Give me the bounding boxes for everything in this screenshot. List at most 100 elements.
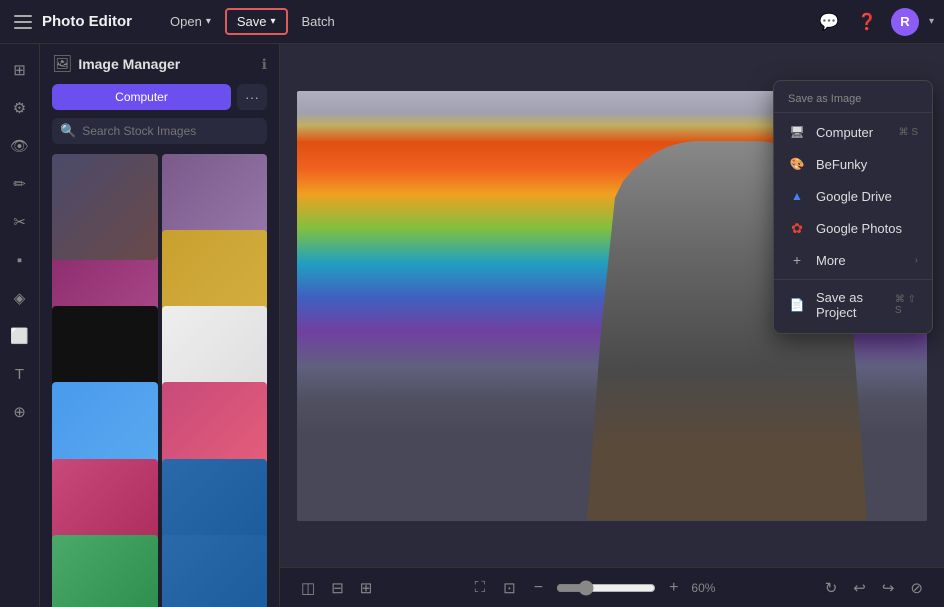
- help-icon-button[interactable]: ❓: [853, 8, 881, 36]
- befunky-item-label: BeFunky: [816, 157, 867, 172]
- dropdown-item-save-project[interactable]: Save as Project ⌘ ⇧ S: [774, 283, 932, 327]
- search-input[interactable]: [82, 124, 259, 138]
- rotate-cw-button[interactable]: ↻: [820, 576, 843, 600]
- image-manager-panel: 🖼 Image Manager ℹ Computer ··· 🔍: [40, 44, 280, 607]
- bottom-right-tools: ↻ ↩ ↪ ⊘: [820, 576, 928, 600]
- project-icon: [788, 296, 806, 314]
- dropdown-item-computer[interactable]: Computer ⌘ S: [774, 116, 932, 148]
- undo-icon: ↩: [853, 580, 866, 597]
- open-label: Open: [170, 14, 202, 29]
- dropdown-divider-bottom: [774, 279, 932, 280]
- open-chevron-icon: ▾: [206, 16, 211, 27]
- gdrive-item-label: Google Drive: [816, 189, 892, 204]
- undo-button[interactable]: ↩: [848, 576, 871, 600]
- grid-view-button[interactable]: ⊞: [355, 576, 378, 600]
- open-button[interactable]: Open ▾: [160, 10, 221, 33]
- zoom-slider[interactable]: [556, 580, 656, 596]
- topbar-left: Photo Editor: [10, 11, 132, 33]
- tool-crop-button[interactable]: ✂: [4, 206, 36, 238]
- topbar-center: Open ▾ Save ▾ Batch: [160, 8, 345, 35]
- search-icon: 🔍: [60, 123, 76, 139]
- brush-icon: ✏: [13, 175, 26, 193]
- zoom-out-button[interactable]: −: [529, 577, 548, 599]
- more-icon: [788, 251, 806, 269]
- computer-item-label: Computer: [816, 125, 873, 140]
- list-item[interactable]: [52, 535, 158, 607]
- tool-grid-button[interactable]: ⊞: [4, 54, 36, 86]
- tool-eye-button[interactable]: 👁: [4, 130, 36, 162]
- redo-button[interactable]: ↪: [877, 576, 900, 600]
- save-chevron-icon: ▾: [270, 16, 275, 27]
- history-icon: ⊟: [331, 580, 344, 597]
- panel-title: Image Manager: [78, 56, 255, 72]
- befunky-icon: [788, 155, 806, 173]
- avatar[interactable]: R: [891, 8, 919, 36]
- topbar-right: 💬 ❓ R ▾: [815, 8, 934, 36]
- dropdown-item-gdrive[interactable]: Google Drive: [774, 180, 932, 212]
- layers-icon: ▪: [17, 252, 22, 269]
- sliders-icon: ⚙: [13, 99, 26, 117]
- computer-icon: [788, 123, 806, 141]
- list-item[interactable]: [52, 154, 158, 260]
- panel-icon: 🖼: [52, 54, 72, 74]
- tool-frame-button[interactable]: ⬜: [4, 320, 36, 352]
- rotate-cw-icon: ↻: [825, 580, 838, 597]
- redo-icon: ↪: [882, 580, 895, 597]
- main-layout: ⊞ ⚙ 👁 ✏ ✂ ▪ ◈ ⬜ T ⊕ 🖼: [0, 44, 944, 607]
- menu-button[interactable]: [10, 11, 36, 33]
- gphotos-icon: [788, 219, 806, 237]
- topbar: Photo Editor Open ▾ Save ▾ Batch 💬 ❓ R ▾: [0, 0, 944, 44]
- panel-info-icon[interactable]: ℹ: [262, 56, 267, 73]
- left-toolbar: ⊞ ⚙ 👁 ✏ ✂ ▪ ◈ ⬜ T ⊕: [0, 44, 40, 607]
- save-project-label: Save as Project: [816, 290, 885, 320]
- tool-stamp-button[interactable]: ⊕: [4, 396, 36, 428]
- more-arrow-icon: ›: [915, 255, 918, 266]
- tool-brush-button[interactable]: ✏: [4, 168, 36, 200]
- save-label: Save: [237, 14, 267, 29]
- computer-shortcut: ⌘ S: [899, 127, 918, 138]
- gdrive-icon: [788, 187, 806, 205]
- actual-size-button[interactable]: ⊡: [498, 576, 521, 600]
- hamburger-icon: [14, 15, 32, 29]
- dropdown-item-more[interactable]: More ›: [774, 244, 932, 276]
- stamp-icon: ⊕: [13, 403, 26, 421]
- save-button[interactable]: Save ▾: [225, 8, 288, 35]
- computer-button[interactable]: Computer: [52, 84, 231, 110]
- batch-button[interactable]: Batch: [292, 10, 345, 33]
- bottom-left-tools: ◫ ⊟ ⊞: [296, 576, 377, 600]
- more-item-label: More: [816, 253, 846, 268]
- chat-icon: 💬: [819, 12, 839, 32]
- layers-panel-button[interactable]: ◫: [296, 576, 320, 600]
- fit-screen-button[interactable]: ⛶: [470, 576, 491, 599]
- tool-text-button[interactable]: T: [4, 358, 36, 390]
- list-item[interactable]: [162, 535, 268, 607]
- canvas-area: ◫ ⊟ ⊞ ⛶ ⊡ −: [280, 44, 944, 607]
- history2-button[interactable]: ⊘: [905, 576, 928, 600]
- panel-actions: Computer ···: [40, 84, 279, 118]
- text-icon: T: [15, 366, 24, 383]
- dropdown-divider-top: [774, 112, 932, 113]
- more-dots-button[interactable]: ···: [237, 84, 267, 110]
- bottom-toolbar: ◫ ⊟ ⊞ ⛶ ⊡ −: [280, 567, 944, 607]
- history2-icon: ⊘: [910, 580, 923, 597]
- dropdown-item-befunky[interactable]: BeFunky: [774, 148, 932, 180]
- image-grid: [40, 154, 279, 607]
- dropdown-item-gphotos[interactable]: Google Photos: [774, 212, 932, 244]
- layers-panel-icon: ◫: [301, 580, 315, 597]
- help-icon: ❓: [857, 12, 877, 32]
- panel-header: 🖼 Image Manager ℹ: [40, 44, 279, 84]
- chat-icon-button[interactable]: 💬: [815, 8, 843, 36]
- zoom-label: 60%: [691, 581, 727, 595]
- tool-layers-button[interactable]: ▪: [4, 244, 36, 276]
- frame-icon: ⬜: [10, 327, 29, 345]
- zoom-in-button[interactable]: +: [664, 577, 683, 599]
- shapes-icon: ◈: [14, 289, 26, 307]
- zoom-out-icon: −: [534, 579, 543, 596]
- fit-screen-icon: ⛶: [475, 579, 486, 596]
- history-button[interactable]: ⊟: [326, 576, 349, 600]
- grid-icon: ⊞: [13, 61, 26, 79]
- tool-shapes-button[interactable]: ◈: [4, 282, 36, 314]
- app-title: Photo Editor: [42, 13, 132, 30]
- tool-sliders-button[interactable]: ⚙: [4, 92, 36, 124]
- gphotos-item-label: Google Photos: [816, 221, 902, 236]
